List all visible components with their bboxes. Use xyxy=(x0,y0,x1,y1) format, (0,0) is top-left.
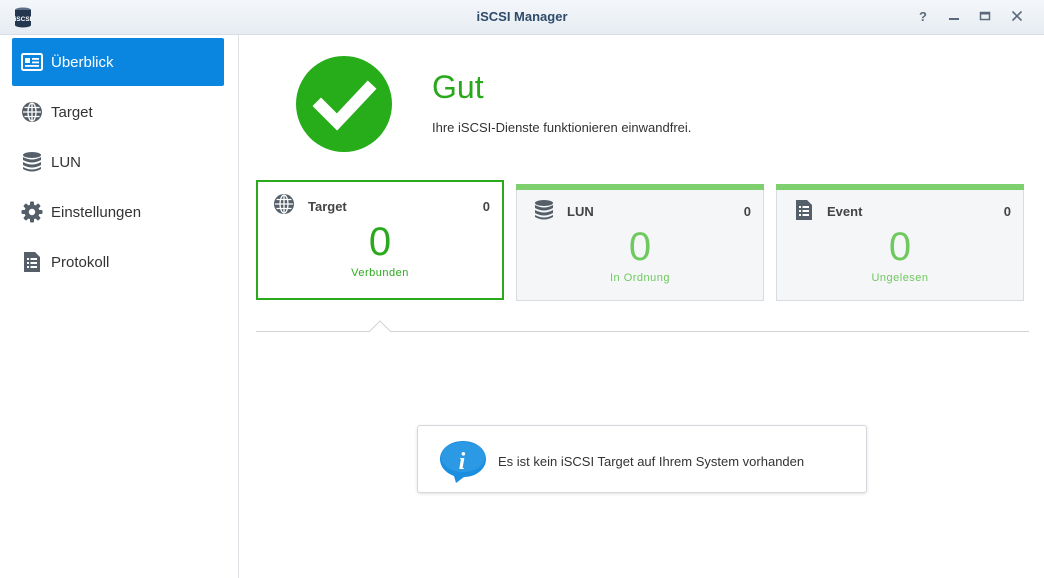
info-icon: i xyxy=(440,441,486,483)
title-bar: iSCSI iSCSI Manager ? xyxy=(0,0,1044,35)
gear-icon xyxy=(21,201,43,223)
card-value: 0 xyxy=(368,220,392,264)
help-button[interactable]: ? xyxy=(915,8,931,24)
minimize-icon xyxy=(949,18,959,20)
sidebar-item-label: Protokoll xyxy=(51,253,110,271)
sidebar-item-overview[interactable]: Überblick xyxy=(12,38,224,86)
maximize-button[interactable] xyxy=(977,8,993,24)
sidebar-item-label: Einstellungen xyxy=(51,203,142,221)
card-count: 0 xyxy=(482,199,490,214)
empty-state-text: Es ist kein iSCSI Target auf Ihrem Syste… xyxy=(498,454,805,469)
sidebar: Überblick Target LUN Einstellungen Proto… xyxy=(0,35,239,578)
database-icon xyxy=(533,199,555,221)
main-content: Gut Ihre iSCSI-Dienste funktionieren ein… xyxy=(239,35,1044,578)
card-value: 0 xyxy=(628,225,652,269)
card-title: Event xyxy=(827,204,863,219)
overview-card-icon xyxy=(21,51,43,73)
document-icon xyxy=(793,199,815,221)
close-button[interactable] xyxy=(1009,8,1025,24)
card-status: In Ordnung xyxy=(609,272,671,284)
event-summary-card[interactable]: Event 0 0 Ungelesen xyxy=(776,184,1024,301)
card-title: Target xyxy=(308,199,347,214)
card-accent-bar xyxy=(776,184,1024,190)
sidebar-item-lun[interactable]: LUN xyxy=(12,138,224,186)
close-icon xyxy=(1011,10,1023,22)
sidebar-item-settings[interactable]: Einstellungen xyxy=(12,188,224,236)
database-icon xyxy=(21,151,43,173)
checkmark-icon xyxy=(312,80,377,131)
log-list-icon xyxy=(21,251,43,273)
globe-icon xyxy=(21,101,43,123)
sidebar-item-label: LUN xyxy=(51,153,82,171)
selection-pointer xyxy=(369,320,391,332)
minimize-button[interactable] xyxy=(946,8,962,24)
status-title: Gut xyxy=(432,69,484,105)
card-count: 0 xyxy=(1003,204,1011,219)
card-count: 0 xyxy=(743,204,751,219)
sidebar-item-label: Target xyxy=(51,103,93,121)
help-icon: ? xyxy=(919,8,927,24)
sidebar-item-protocol[interactable]: Protokoll xyxy=(12,238,224,286)
sidebar-item-label: Überblick xyxy=(51,53,114,71)
maximize-icon xyxy=(979,11,991,21)
lun-summary-card[interactable]: LUN 0 0 In Ordnung xyxy=(516,184,764,301)
status-description: Ihre iSCSI-Dienste funktionieren einwand… xyxy=(432,120,692,135)
card-status: Verbunden xyxy=(351,267,409,279)
card-accent-bar xyxy=(516,184,764,190)
globe-icon xyxy=(273,193,295,215)
svg-text:i: i xyxy=(459,449,466,475)
card-title: LUN xyxy=(567,204,594,219)
window-title: iSCSI Manager xyxy=(476,9,568,24)
target-summary-card[interactable]: Target 0 0 Verbunden xyxy=(256,180,504,300)
status-indicator xyxy=(296,56,392,152)
sidebar-item-target[interactable]: Target xyxy=(12,88,224,136)
empty-state-message: i Es ist kein iSCSI Target auf Ihrem Sys… xyxy=(417,425,867,493)
card-value: 0 xyxy=(888,225,912,269)
card-status: Ungelesen xyxy=(871,272,929,284)
